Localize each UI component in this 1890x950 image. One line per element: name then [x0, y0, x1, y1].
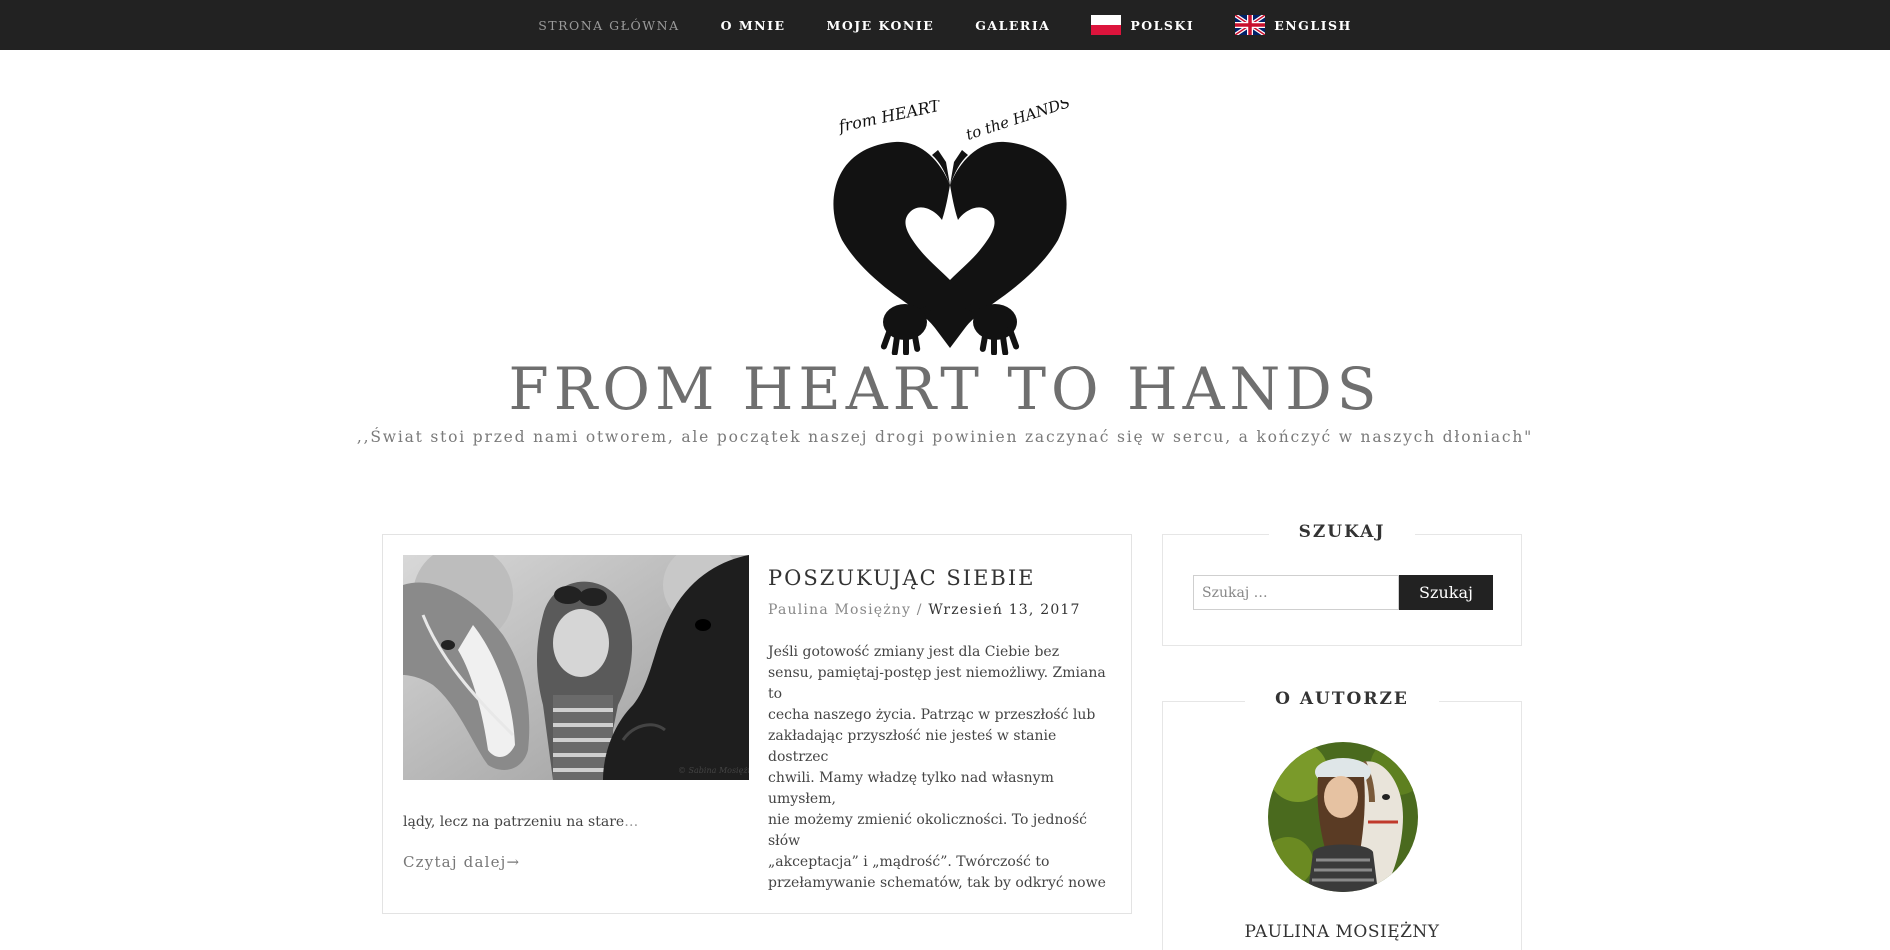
excerpt-line: Jeśli gotowość zmiany jest dla Ciebie be…: [768, 644, 1060, 660]
excerpt-ellipsis: …: [624, 814, 639, 830]
author-widget: O AUTORZE PAULINA MOSIĘŻNY: [1162, 689, 1522, 950]
nav-item-about[interactable]: O MNIE: [721, 18, 786, 33]
search-button[interactable]: Szukaj: [1399, 575, 1493, 610]
nav-item-polish[interactable]: POLSKI: [1091, 15, 1194, 35]
logo-text-right: to the HANDS: [964, 100, 1073, 144]
nav-item-polish-label: POLSKI: [1130, 17, 1195, 33]
post-title[interactable]: POSZUKUJĄC SIEBIE: [768, 566, 1036, 590]
poland-flag-icon: [1091, 15, 1122, 35]
author-photo: [1268, 742, 1418, 892]
meta-separator: /: [916, 602, 923, 618]
nav-item-home[interactable]: STRONA GŁÓWNA: [538, 18, 679, 33]
site-tagline: ,,Świat stoi przed nami otworem, ale poc…: [356, 428, 1534, 446]
svg-text:© Sabina Mosiężny: © Sabina Mosiężny: [678, 766, 749, 775]
nav-item-english[interactable]: ENGLISH: [1235, 15, 1352, 35]
nav-item-english-label: ENGLISH: [1274, 17, 1352, 33]
uk-flag-icon: [1235, 15, 1266, 35]
author-name: PAULINA MOSIĘŻNY: [1244, 922, 1440, 942]
post-excerpt-tail: lądy, lecz na patrzeniu na stare…: [403, 812, 1103, 833]
excerpt-line: sensu, pamiętaj-postęp jest niemożliwy. …: [768, 665, 1106, 702]
search-widget: SZUKAJ Szukaj: [1162, 522, 1522, 646]
post-image: © Sabina Mosiężny: [403, 555, 749, 780]
nav-item-gallery[interactable]: GALERIA: [975, 18, 1050, 33]
search-widget-title: SZUKAJ: [1163, 522, 1521, 542]
excerpt-line: zakładając przyszłość nie jesteś w stani…: [768, 728, 1057, 765]
post-thumbnail[interactable]: © Sabina Mosiężny: [403, 555, 749, 780]
search-input[interactable]: [1193, 575, 1399, 610]
author-widget-title: O AUTORZE: [1163, 689, 1521, 709]
excerpt-tail-text: lądy, lecz na patrzeniu na stare: [403, 814, 625, 830]
post-author[interactable]: Paulina Mosiężny: [768, 602, 911, 618]
top-navigation: STRONA GŁÓWNA O MNIE MOJE KONIE GALERIA …: [0, 0, 1890, 50]
post-card: © Sabina Mosiężny POSZUKUJĄC SIEBIE Paul…: [382, 534, 1132, 914]
logo-text-left: from HEART: [836, 100, 943, 136]
post-excerpt: Jeśli gotowość zmiany jest dla Ciebie be…: [768, 642, 1116, 894]
horse-heart-logo-icon: from HEART to the HANDS: [833, 93, 1073, 356]
post-date[interactable]: Wrzesień 13, 2017: [928, 602, 1080, 618]
nav-item-my-horses[interactable]: MOJE KONIE: [826, 18, 934, 33]
excerpt-line: „akceptacja” i „mądrość”. Twórczość to: [768, 854, 1050, 870]
excerpt-line: przełamywanie schematów, tak by odkryć n…: [768, 875, 1106, 891]
post-meta: Paulina Mosiężny / Wrzesień 13, 2017: [768, 602, 1081, 618]
avatar: [1268, 742, 1418, 892]
site-logo[interactable]: from HEART to the HANDS: [800, 93, 1100, 356]
excerpt-line: cecha naszego życia. Patrząc w przeszłoś…: [768, 707, 1096, 723]
excerpt-line: chwili. Mamy władzę tylko nad własnym um…: [768, 770, 1054, 807]
read-more-link[interactable]: Czytaj dalej→: [403, 853, 520, 871]
site-title[interactable]: FROM HEART TO HANDS: [0, 355, 1890, 423]
